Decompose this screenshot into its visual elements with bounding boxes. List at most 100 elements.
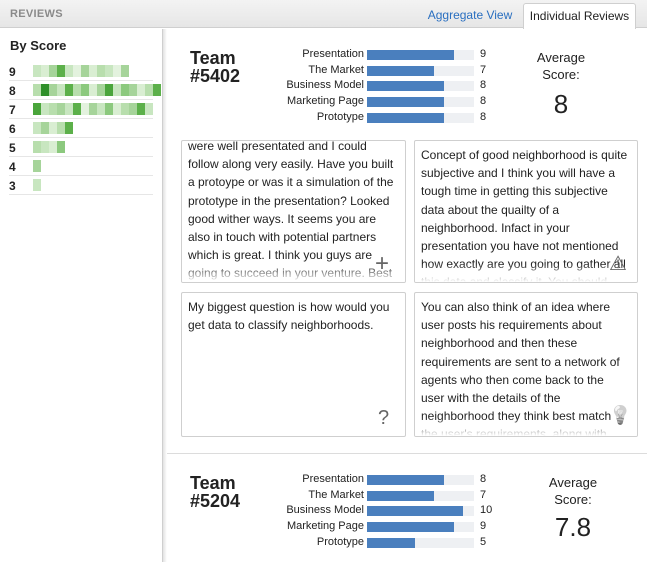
- average-score-label: Average Score:: [528, 474, 618, 508]
- by-score-heading: By Score: [10, 38, 67, 53]
- review-cell[interactable]: [73, 103, 81, 115]
- criterion-value: 8: [480, 79, 487, 92]
- score-row-8[interactable]: 8: [9, 81, 161, 100]
- score-number: 4: [9, 160, 16, 174]
- review-cell[interactable]: [81, 84, 89, 96]
- review-cell[interactable]: [105, 65, 113, 77]
- review-cell[interactable]: [41, 65, 49, 77]
- review-cell[interactable]: [49, 141, 57, 153]
- criterion-bar: [367, 490, 435, 501]
- review-cell[interactable]: [73, 84, 81, 96]
- tab-individual-reviews[interactable]: Individual Reviews: [523, 3, 636, 29]
- criterion-bar: [367, 522, 454, 533]
- review-cell[interactable]: [105, 103, 113, 115]
- criterion-label: Business Model: [286, 79, 364, 92]
- comment-card[interactable]: My biggest question is how would you get…: [181, 292, 406, 437]
- review-cell[interactable]: [33, 122, 41, 134]
- review-cell[interactable]: [113, 103, 121, 115]
- comment-card[interactable]: You can also think of an idea where user…: [414, 292, 638, 437]
- review-cell[interactable]: [33, 160, 41, 172]
- review-cell[interactable]: [49, 84, 57, 96]
- review-cell[interactable]: [33, 84, 41, 96]
- review-cell[interactable]: [97, 65, 105, 77]
- score-row-4[interactable]: 4: [9, 157, 153, 176]
- review-cell[interactable]: [121, 103, 129, 115]
- criterion-bar-track: [367, 97, 474, 108]
- review-cell[interactable]: [57, 122, 65, 134]
- review-cell[interactable]: [129, 103, 137, 115]
- review-cell[interactable]: [145, 103, 153, 115]
- score-number: 6: [9, 122, 16, 136]
- tab-aggregate-view[interactable]: Aggregate View: [422, 3, 518, 29]
- criterion-value: 8: [480, 95, 487, 108]
- criterion-label: The Market: [308, 63, 364, 76]
- criterion-row: Marketing Page 8: [167, 94, 507, 109]
- review-cell[interactable]: [73, 65, 81, 77]
- review-cell[interactable]: [89, 65, 97, 77]
- review-cell[interactable]: [41, 84, 49, 96]
- review-cell[interactable]: [33, 103, 41, 115]
- review-cells: [33, 122, 73, 134]
- review-cell[interactable]: [65, 122, 73, 134]
- review-cell[interactable]: [57, 65, 65, 77]
- review-cell[interactable]: [113, 84, 121, 96]
- criterion-bar: [367, 112, 445, 123]
- comment-card[interactable]: were well presentated and I could follow…: [181, 140, 406, 283]
- review-cell[interactable]: [121, 65, 129, 77]
- criterion-label: Business Model: [286, 504, 364, 517]
- review-cell[interactable]: [65, 103, 73, 115]
- review-cells: [33, 160, 41, 172]
- review-cell[interactable]: [41, 122, 49, 134]
- review-cell[interactable]: [49, 122, 57, 134]
- top-bar: REVIEWS Aggregate View Individual Review…: [0, 0, 647, 29]
- comment-card[interactable]: Concept of good neighborhood is quite su…: [414, 140, 638, 283]
- review-cell[interactable]: [89, 103, 97, 115]
- review-cell[interactable]: [49, 103, 57, 115]
- score-row-9[interactable]: 9: [9, 62, 153, 81]
- review-cell[interactable]: [33, 141, 41, 153]
- criterion-row: Presentation 9: [167, 47, 507, 62]
- criterion-bar: [367, 97, 445, 108]
- review-cell[interactable]: [49, 65, 57, 77]
- criterion-bar: [367, 81, 445, 92]
- criterion-bar-track: [367, 506, 474, 517]
- review-cell[interactable]: [41, 141, 49, 153]
- review-cell[interactable]: [57, 103, 65, 115]
- review-cell[interactable]: [137, 84, 145, 96]
- lightbulb-icon: 💡: [609, 405, 632, 425]
- average-label-line-2: Score:: [554, 492, 592, 507]
- review-cell[interactable]: [81, 103, 89, 115]
- review-cell[interactable]: [57, 84, 65, 96]
- review-cell[interactable]: [153, 84, 161, 96]
- criterion-value: 8: [480, 473, 487, 485]
- review-cell[interactable]: [105, 84, 113, 96]
- review-cell[interactable]: [65, 84, 73, 96]
- score-row-6[interactable]: 6: [9, 119, 153, 138]
- review-cell[interactable]: [97, 84, 105, 96]
- warning-icon: ⚠: [609, 253, 627, 275]
- criterion-bar-track: [367, 490, 474, 501]
- review-cell[interactable]: [129, 84, 137, 96]
- review-cell[interactable]: [121, 84, 129, 96]
- review-cell[interactable]: [97, 103, 105, 115]
- review-cell[interactable]: [81, 65, 89, 77]
- score-row-5[interactable]: 5: [9, 138, 153, 157]
- team-summary: Team #5204 Presentation 8 The Market 7 Busin…: [167, 454, 647, 562]
- score-row-3[interactable]: 3: [9, 176, 153, 195]
- review-cell[interactable]: [65, 65, 73, 77]
- criterion-bar-track: [367, 537, 474, 548]
- review-cell[interactable]: [113, 65, 121, 77]
- review-cell[interactable]: [33, 179, 41, 191]
- criterion-row: The Market 7: [167, 63, 507, 78]
- review-cells: [33, 141, 65, 153]
- score-row-7[interactable]: 7: [9, 100, 153, 119]
- review-cell[interactable]: [145, 84, 153, 96]
- review-cell[interactable]: [137, 103, 145, 115]
- review-cell[interactable]: [33, 65, 41, 77]
- review-cell[interactable]: [57, 141, 65, 153]
- review-cell[interactable]: [89, 84, 97, 96]
- criterion-bar: [367, 50, 454, 60]
- review-cells: [33, 84, 161, 96]
- criterion-row: Business Model 10: [167, 503, 507, 518]
- review-cell[interactable]: [41, 103, 49, 115]
